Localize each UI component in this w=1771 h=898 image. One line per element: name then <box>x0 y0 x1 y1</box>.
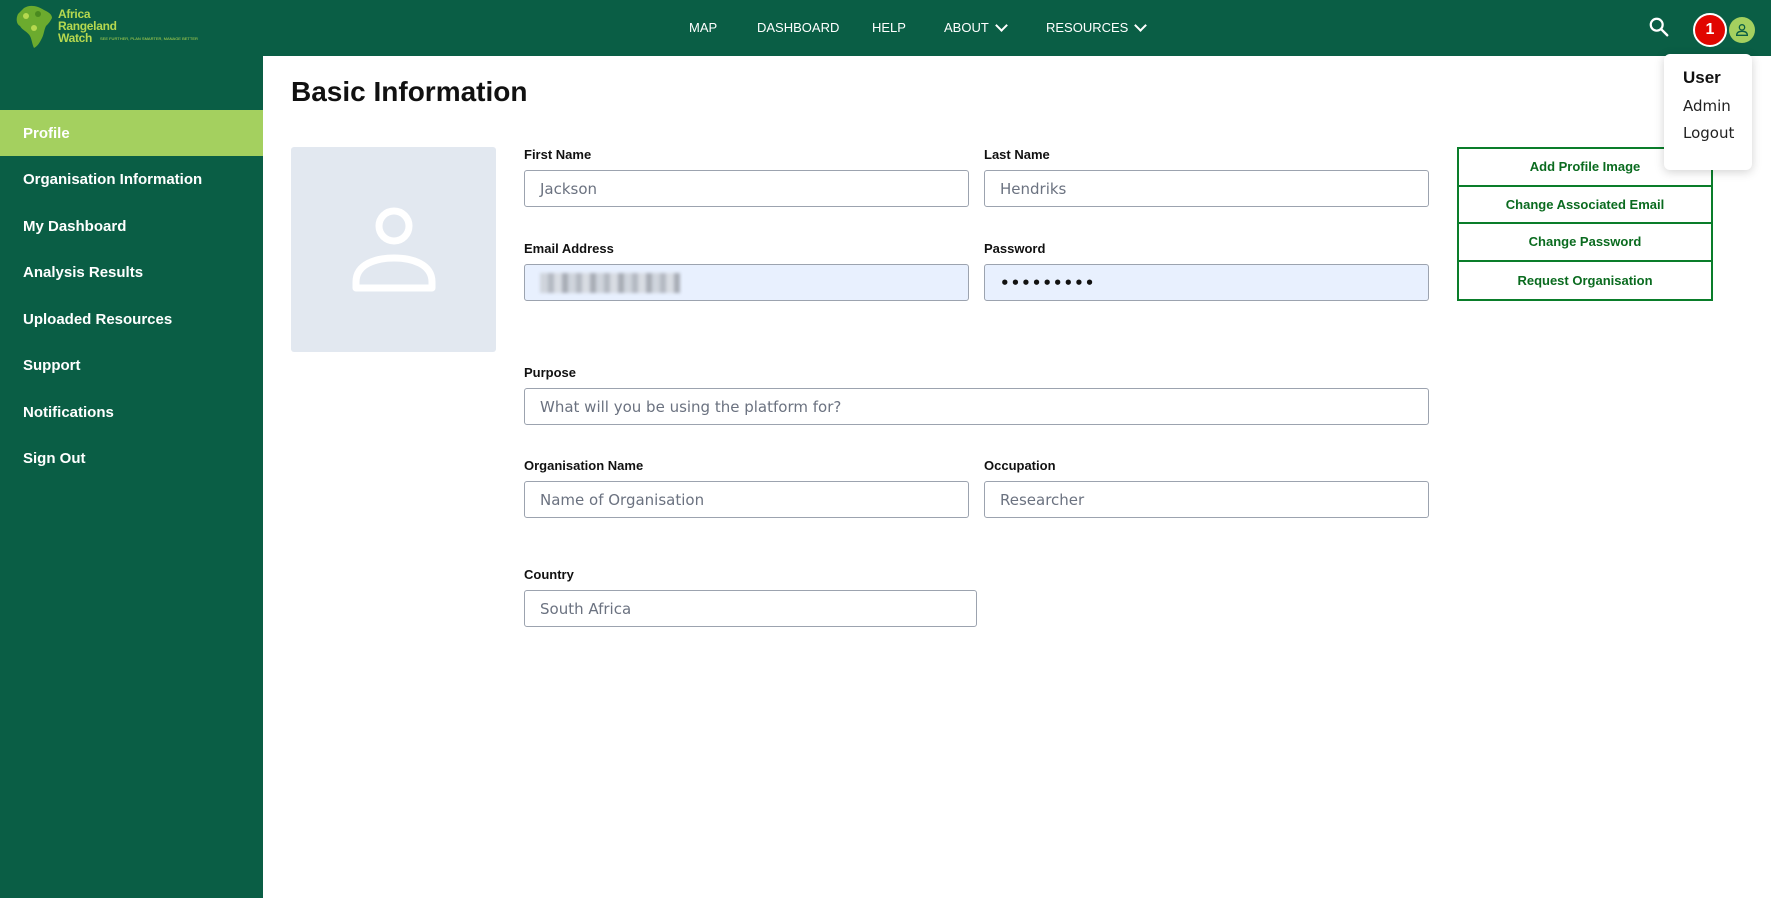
user-menu-item-admin[interactable]: Admin <box>1683 97 1752 115</box>
change-password-button[interactable]: Change Password <box>1459 224 1711 262</box>
purpose-input[interactable]: What will you be using the platform for? <box>524 388 1429 425</box>
organisation-name-label: Organisation Name <box>524 458 644 473</box>
user-avatar-button[interactable] <box>1729 17 1755 43</box>
sidebar-item-my-dashboard[interactable]: My Dashboard <box>0 203 263 249</box>
sidebar-item-label: My Dashboard <box>23 217 127 235</box>
sidebar-item-label: Profile <box>23 124 70 142</box>
sidebar: Profile Organisation Information My Dash… <box>0 56 263 898</box>
sidebar-item-label: Uploaded Resources <box>23 310 173 328</box>
nav-about-label: ABOUT <box>944 20 989 35</box>
nav-about[interactable]: ABOUT <box>944 18 1008 35</box>
top-navbar: Africa Rangeland Watch SEE FURTHER, PLAN… <box>0 0 1771 56</box>
main-nav: MAP DASHBOARD HELP ABOUT RESOURCES <box>0 0 1771 56</box>
country-select[interactable]: South Africa <box>524 590 977 627</box>
sidebar-item-label: Support <box>23 356 81 374</box>
request-organisation-button[interactable]: Request Organisation <box>1459 261 1711 299</box>
chevron-down-icon <box>994 18 1008 32</box>
country-label: Country <box>524 567 574 582</box>
last-name-input[interactable]: Hendriks <box>984 170 1429 207</box>
search-icon[interactable] <box>1648 16 1670 38</box>
sidebar-item-label: Notifications <box>23 403 114 421</box>
user-avatar-icon <box>1735 24 1749 36</box>
nav-resources-label: RESOURCES <box>1046 20 1129 35</box>
chevron-down-icon <box>1134 18 1148 32</box>
sidebar-item-analysis-results[interactable]: Analysis Results <box>0 249 263 295</box>
password-value: ••••••••• <box>1000 273 1096 292</box>
profile-actions-panel: Add Profile Image Change Associated Emai… <box>1457 147 1713 301</box>
purpose-label: Purpose <box>524 365 577 380</box>
last-name-label: Last Name <box>984 147 1050 162</box>
password-input[interactable]: ••••••••• <box>984 264 1429 301</box>
notification-badge[interactable]: 1 <box>1693 13 1727 47</box>
user-menu-item-logout[interactable]: Logout <box>1683 124 1752 142</box>
change-associated-email-button[interactable]: Change Associated Email <box>1459 186 1711 224</box>
sidebar-item-label: Analysis Results <box>23 263 144 281</box>
occupation-input[interactable]: Researcher <box>984 481 1429 518</box>
nav-map[interactable]: MAP <box>689 20 717 35</box>
first-name-placeholder: Jackson <box>540 179 598 198</box>
password-label: Password <box>984 241 1046 256</box>
sidebar-item-support[interactable]: Support <box>0 342 263 388</box>
sidebar-item-organisation-information[interactable]: Organisation Information <box>0 156 263 202</box>
user-menu-title: User <box>1683 68 1721 87</box>
nav-resources[interactable]: RESOURCES <box>1046 18 1148 35</box>
page-title: Basic Information <box>291 76 528 107</box>
sidebar-item-uploaded-resources[interactable]: Uploaded Resources <box>0 296 263 342</box>
email-value-redacted <box>540 272 680 293</box>
purpose-placeholder: What will you be using the platform for? <box>540 397 842 416</box>
profile-image-placeholder <box>291 147 496 352</box>
organisation-name-placeholder: Name of Organisation <box>540 490 705 509</box>
first-name-label: First Name <box>524 147 592 162</box>
user-dropdown-menu: User Admin Logout <box>1664 54 1752 170</box>
first-name-input[interactable]: Jackson <box>524 170 969 207</box>
sidebar-item-notifications[interactable]: Notifications <box>0 389 263 435</box>
nav-dashboard-label: DASHBOARD <box>757 20 840 35</box>
email-input[interactable] <box>524 264 969 301</box>
occupation-label: Occupation <box>984 458 1056 473</box>
organisation-name-input[interactable]: Name of Organisation <box>524 481 969 518</box>
nav-dashboard[interactable]: DASHBOARD <box>757 20 839 35</box>
sidebar-item-label: Sign Out <box>23 449 86 467</box>
nav-map-label: MAP <box>689 20 718 35</box>
nav-help-label: HELP <box>872 20 906 35</box>
nav-help[interactable]: HELP <box>872 20 906 35</box>
email-label: Email Address <box>524 241 614 256</box>
last-name-placeholder: Hendriks <box>1000 179 1067 198</box>
user-placeholder-icon <box>352 207 435 291</box>
country-placeholder: South Africa <box>540 599 632 618</box>
sidebar-item-profile[interactable]: Profile <box>0 110 263 156</box>
sidebar-item-label: Organisation Information <box>23 170 203 188</box>
occupation-placeholder: Researcher <box>1000 490 1085 509</box>
sidebar-item-sign-out[interactable]: Sign Out <box>0 435 263 481</box>
